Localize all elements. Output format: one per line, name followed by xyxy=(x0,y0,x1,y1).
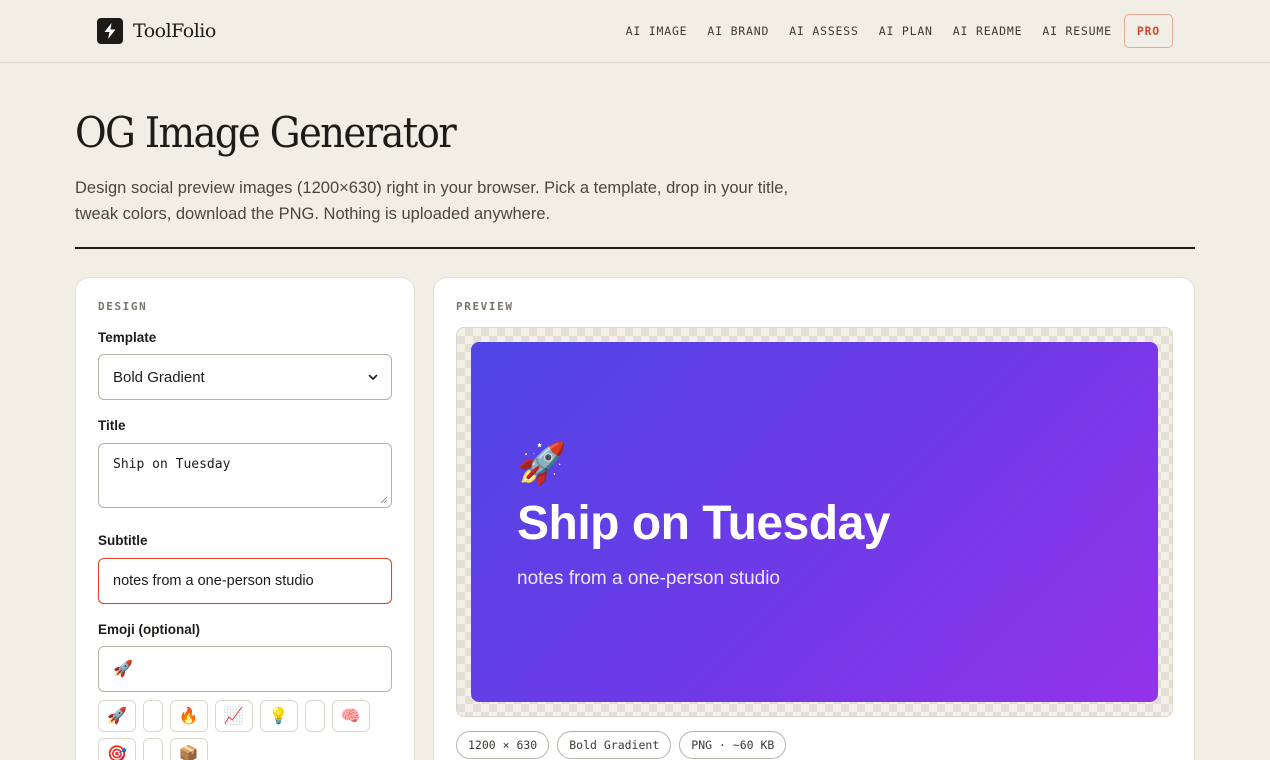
preview-meta: 1200 × 630 Bold Gradient PNG · ~60 KB xyxy=(456,731,794,759)
emoji-option[interactable]: 🚀 xyxy=(98,700,136,732)
divider xyxy=(75,247,1195,249)
preview-section-label: PREVIEW xyxy=(456,300,514,313)
og-title: Ship on Tuesday xyxy=(517,497,890,550)
template-select[interactable]: Bold Gradient xyxy=(98,354,392,400)
top-bar: ToolFolio AI IMAGE AI BRAND AI ASSESS AI… xyxy=(0,0,1270,63)
nav-ai-image[interactable]: AI IMAGE xyxy=(626,24,688,38)
nav-ai-resume[interactable]: AI RESUME xyxy=(1042,24,1112,38)
lightning-logo-icon xyxy=(97,18,123,44)
emoji-label: Emoji (optional) xyxy=(98,622,200,637)
format-badge: PNG · ~60 KB xyxy=(679,731,787,759)
title-textarea-value: Ship on Tuesday xyxy=(113,457,231,472)
og-emoji: 🚀 xyxy=(517,442,567,486)
template-label: Template xyxy=(98,330,157,345)
emoji-option[interactable] xyxy=(304,700,325,732)
nav-ai-assess[interactable]: AI ASSESS xyxy=(789,24,859,38)
nav-ai-brand[interactable]: AI BRAND xyxy=(707,24,769,38)
preview-canvas: 🚀 Ship on Tuesday notes from a one-perso… xyxy=(456,327,1173,717)
preview-panel: PREVIEW 🚀 Ship on Tuesday notes from a o… xyxy=(433,277,1195,760)
title-textarea[interactable]: Ship on Tuesday xyxy=(98,443,392,508)
emoji-option[interactable]: 🎯 xyxy=(98,738,136,760)
template-badge: Bold Gradient xyxy=(557,731,672,759)
page-description: Design social preview images (1200×630) … xyxy=(75,179,789,223)
emoji-picker-row: 🚀 🔥 📈 💡 🧠 xyxy=(98,700,377,732)
brand-name: ToolFolio xyxy=(133,20,216,42)
og-image-preview: 🚀 Ship on Tuesday notes from a one-perso… xyxy=(471,342,1158,702)
brand[interactable]: ToolFolio xyxy=(97,18,216,44)
emoji-input[interactable]: 🚀 xyxy=(98,646,392,692)
emoji-option[interactable]: 🔥 xyxy=(169,700,208,732)
main-nav: AI IMAGE AI BRAND AI ASSESS AI PLAN AI R… xyxy=(626,14,1173,48)
title-label: Title xyxy=(98,418,126,433)
subtitle-input-value: notes from a one-person studio xyxy=(113,573,314,589)
subtitle-label: Subtitle xyxy=(98,533,148,548)
emoji-option[interactable]: 📦 xyxy=(169,738,208,760)
emoji-picker-row: 🎯 📦 xyxy=(98,738,215,760)
nav-ai-plan[interactable]: AI PLAN xyxy=(879,24,933,38)
emoji-option[interactable] xyxy=(142,738,163,760)
nav-ai-readme[interactable]: AI README xyxy=(953,24,1023,38)
emoji-input-value: 🚀 xyxy=(113,661,133,678)
design-panel: DESIGN Template Bold Gradient Title Ship… xyxy=(75,277,415,760)
subtitle-input[interactable]: notes from a one-person studio xyxy=(98,558,392,604)
emoji-option[interactable] xyxy=(142,700,163,732)
emoji-option[interactable]: 📈 xyxy=(214,700,253,732)
emoji-option[interactable]: 🧠 xyxy=(331,700,370,732)
chevron-down-icon xyxy=(368,374,378,380)
template-select-value: Bold Gradient xyxy=(113,368,205,386)
dimensions-badge: 1200 × 630 xyxy=(456,731,550,759)
page-title: OG Image Generator xyxy=(75,108,457,157)
pro-button[interactable]: PRO xyxy=(1123,14,1173,48)
design-section-label: DESIGN xyxy=(98,300,148,313)
og-subtitle: notes from a one-person studio xyxy=(517,568,780,589)
resize-handle-icon[interactable] xyxy=(380,496,388,504)
emoji-option[interactable]: 💡 xyxy=(259,700,298,732)
